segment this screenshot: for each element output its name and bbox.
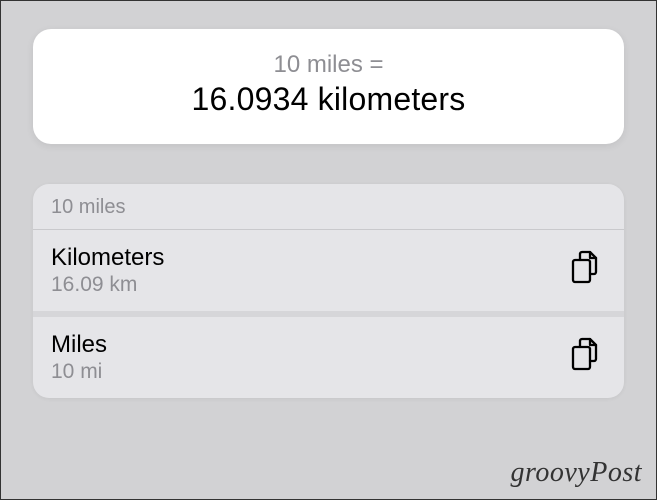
row-title: Miles [51, 331, 107, 359]
copy-icon[interactable] [568, 249, 602, 292]
hero-query: 10 miles = [53, 51, 604, 79]
list-row-miles[interactable]: Miles 10 mi [33, 317, 624, 398]
list-header: 10 miles [33, 184, 624, 230]
conversion-hero-card: 10 miles = 16.0934 kilometers [33, 29, 624, 144]
row-sub: 10 mi [51, 360, 107, 384]
conversion-list-card: 10 miles Kilometers 16.09 km Miles 10 mi [33, 184, 624, 398]
watermark: groovyPost [511, 457, 643, 489]
row-sub: 16.09 km [51, 273, 164, 297]
hero-result: 16.0934 kilometers [53, 81, 604, 118]
copy-icon[interactable] [568, 336, 602, 379]
list-row-kilometers[interactable]: Kilometers 16.09 km [33, 230, 624, 317]
row-title: Kilometers [51, 244, 164, 272]
